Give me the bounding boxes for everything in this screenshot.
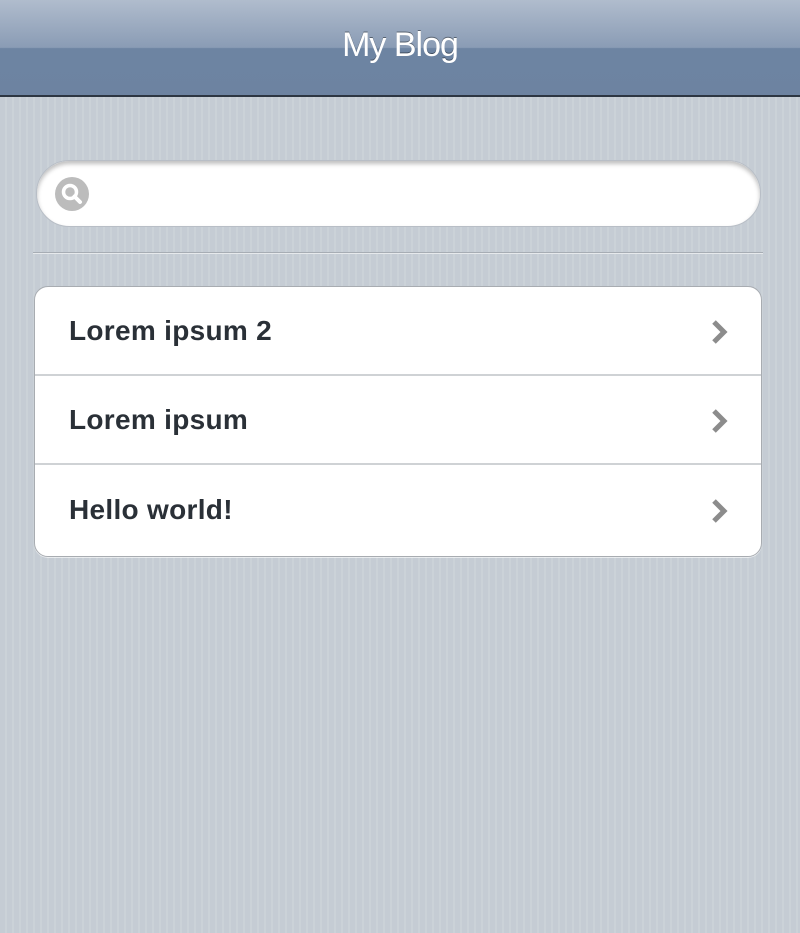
list-item-label: Hello world! [69, 494, 233, 525]
search-input[interactable] [103, 171, 737, 217]
list-item-label: Lorem ipsum [69, 404, 249, 435]
chevron-right-icon [712, 499, 728, 523]
page-title: My Blog [342, 26, 459, 64]
chevron-right-icon [712, 320, 728, 344]
navigation-bar: My Blog [0, 0, 800, 97]
search-icon [55, 177, 89, 211]
list-item[interactable]: Lorem ipsum [35, 376, 761, 465]
search-bar[interactable] [36, 160, 761, 227]
list-item[interactable]: Hello world! [35, 466, 761, 555]
list-item-label: Lorem ipsum 2 [69, 315, 273, 346]
divider [33, 252, 763, 254]
post-list: Lorem ipsum 2 Lorem ipsum Hello world! [34, 286, 762, 557]
list-item[interactable]: Lorem ipsum 2 [35, 287, 761, 376]
chevron-right-icon [712, 409, 728, 433]
